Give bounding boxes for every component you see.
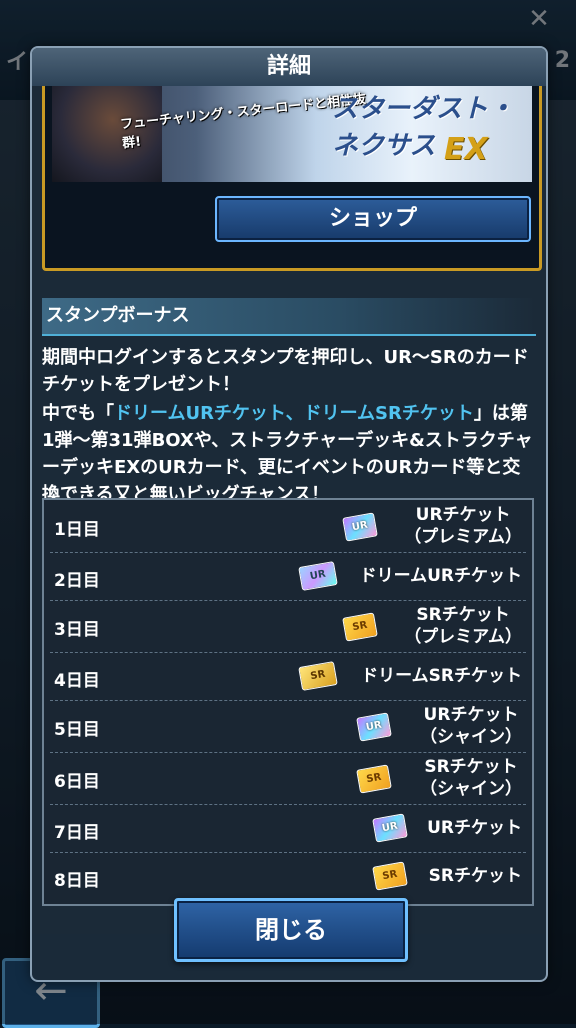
reward-line-2: （プレミアム） xyxy=(404,627,522,647)
reward-line-2: （シャイン） xyxy=(420,727,522,747)
day-label: 5日目 xyxy=(54,720,100,740)
table-row: 7日目 UR URチケット xyxy=(50,804,526,853)
dialog-titlebar: 詳細 xyxy=(32,48,546,86)
dialog-content[interactable]: フューチャリング・スターロードと相性抜群! スターダスト・ネクサス EX ショッ… xyxy=(32,86,546,934)
day-label: 6日目 xyxy=(54,772,100,792)
reward-line-2: （プレミアム） xyxy=(404,527,522,547)
banner-logo: スターダスト・ネクサス xyxy=(332,94,515,161)
table-row: 2日目 UR ドリームURチケット xyxy=(50,552,526,601)
reward-name: ドリームURチケット xyxy=(359,566,522,586)
day-label: 4日目 xyxy=(54,671,100,691)
reward-name: SRチケット xyxy=(428,866,522,886)
table-row: 3日目 SR SRチケット （プレミアム） xyxy=(50,600,526,653)
day-label: 1日目 xyxy=(54,520,100,540)
section-header: スタンプボーナス xyxy=(42,298,536,336)
table-row: 6日目 SR SRチケット （シャイン） xyxy=(50,752,526,805)
ur-ticket-icon: UR xyxy=(372,813,408,843)
reward-table: 1日目 UR URチケット （プレミアム） 2日目 UR ドリームURチケット … xyxy=(42,498,534,906)
table-row: 5日目 UR URチケット （シャイン） xyxy=(50,700,526,753)
reward-name: SRチケット （シャイン） xyxy=(420,756,522,800)
sr-ticket-icon: SR xyxy=(356,764,392,794)
sr-ticket-icon: SR xyxy=(342,612,378,642)
shop-button[interactable]: ショップ xyxy=(215,196,531,242)
reward-name: URチケット （プレミアム） xyxy=(404,504,522,548)
paragraph2-highlight: ドリームURチケット、ドリームSRチケット xyxy=(114,403,474,424)
reward-line-1: SRチケット xyxy=(416,605,510,625)
close-button[interactable]: 閉じる xyxy=(174,898,408,962)
reward-line-1: SRチケット xyxy=(424,757,518,777)
dialog-title: 詳細 xyxy=(266,54,311,79)
day-label: 8日目 xyxy=(54,871,100,891)
details-dialog: 詳細 フューチャリング・スターロードと相性抜群! スターダスト・ネクサス EX … xyxy=(32,48,546,980)
day-label: 2日目 xyxy=(54,571,100,591)
description-paragraph-2: 中でも「ドリームURチケット、ドリームSRチケット」は第1弾〜第31弾BOXや、… xyxy=(42,400,538,508)
paragraph2-prefix: 中でも「 xyxy=(42,403,114,424)
section-title: スタンプボーナス xyxy=(46,305,190,326)
table-row: 1日目 UR URチケット （プレミアム） xyxy=(50,500,526,553)
ur-ticket-icon: UR xyxy=(356,712,392,742)
sr-ticket-icon: SR xyxy=(372,861,408,891)
reward-name: URチケット xyxy=(427,818,522,838)
dream-ur-ticket-icon: UR xyxy=(298,561,338,591)
reward-line-1: URチケット xyxy=(415,505,511,525)
banner-ex-logo: EX xyxy=(444,132,488,167)
table-row: 8日目 SR SRチケット xyxy=(50,852,526,900)
reward-name: URチケット （シャイン） xyxy=(420,704,522,748)
day-label: 3日目 xyxy=(54,620,100,640)
reward-name: ドリームSRチケット xyxy=(361,666,522,686)
description-paragraph-1: 期間中ログインするとスタンプを押印し、UR〜SRのカードチケットをプレゼント！ xyxy=(42,347,529,395)
table-row: 4日目 SR ドリームSRチケット xyxy=(50,652,526,701)
event-banner: フューチャリング・スターロードと相性抜群! スターダスト・ネクサス EX ショッ… xyxy=(42,86,542,271)
day-label: 7日目 xyxy=(54,823,100,843)
reward-line-2: （シャイン） xyxy=(420,779,522,799)
dream-sr-ticket-icon: SR xyxy=(298,661,338,691)
reward-name: SRチケット （プレミアム） xyxy=(404,604,522,648)
banner-image: フューチャリング・スターロードと相性抜群! スターダスト・ネクサス EX xyxy=(52,86,532,182)
reward-line-1: URチケット xyxy=(423,705,519,725)
ur-ticket-icon: UR xyxy=(342,512,378,542)
